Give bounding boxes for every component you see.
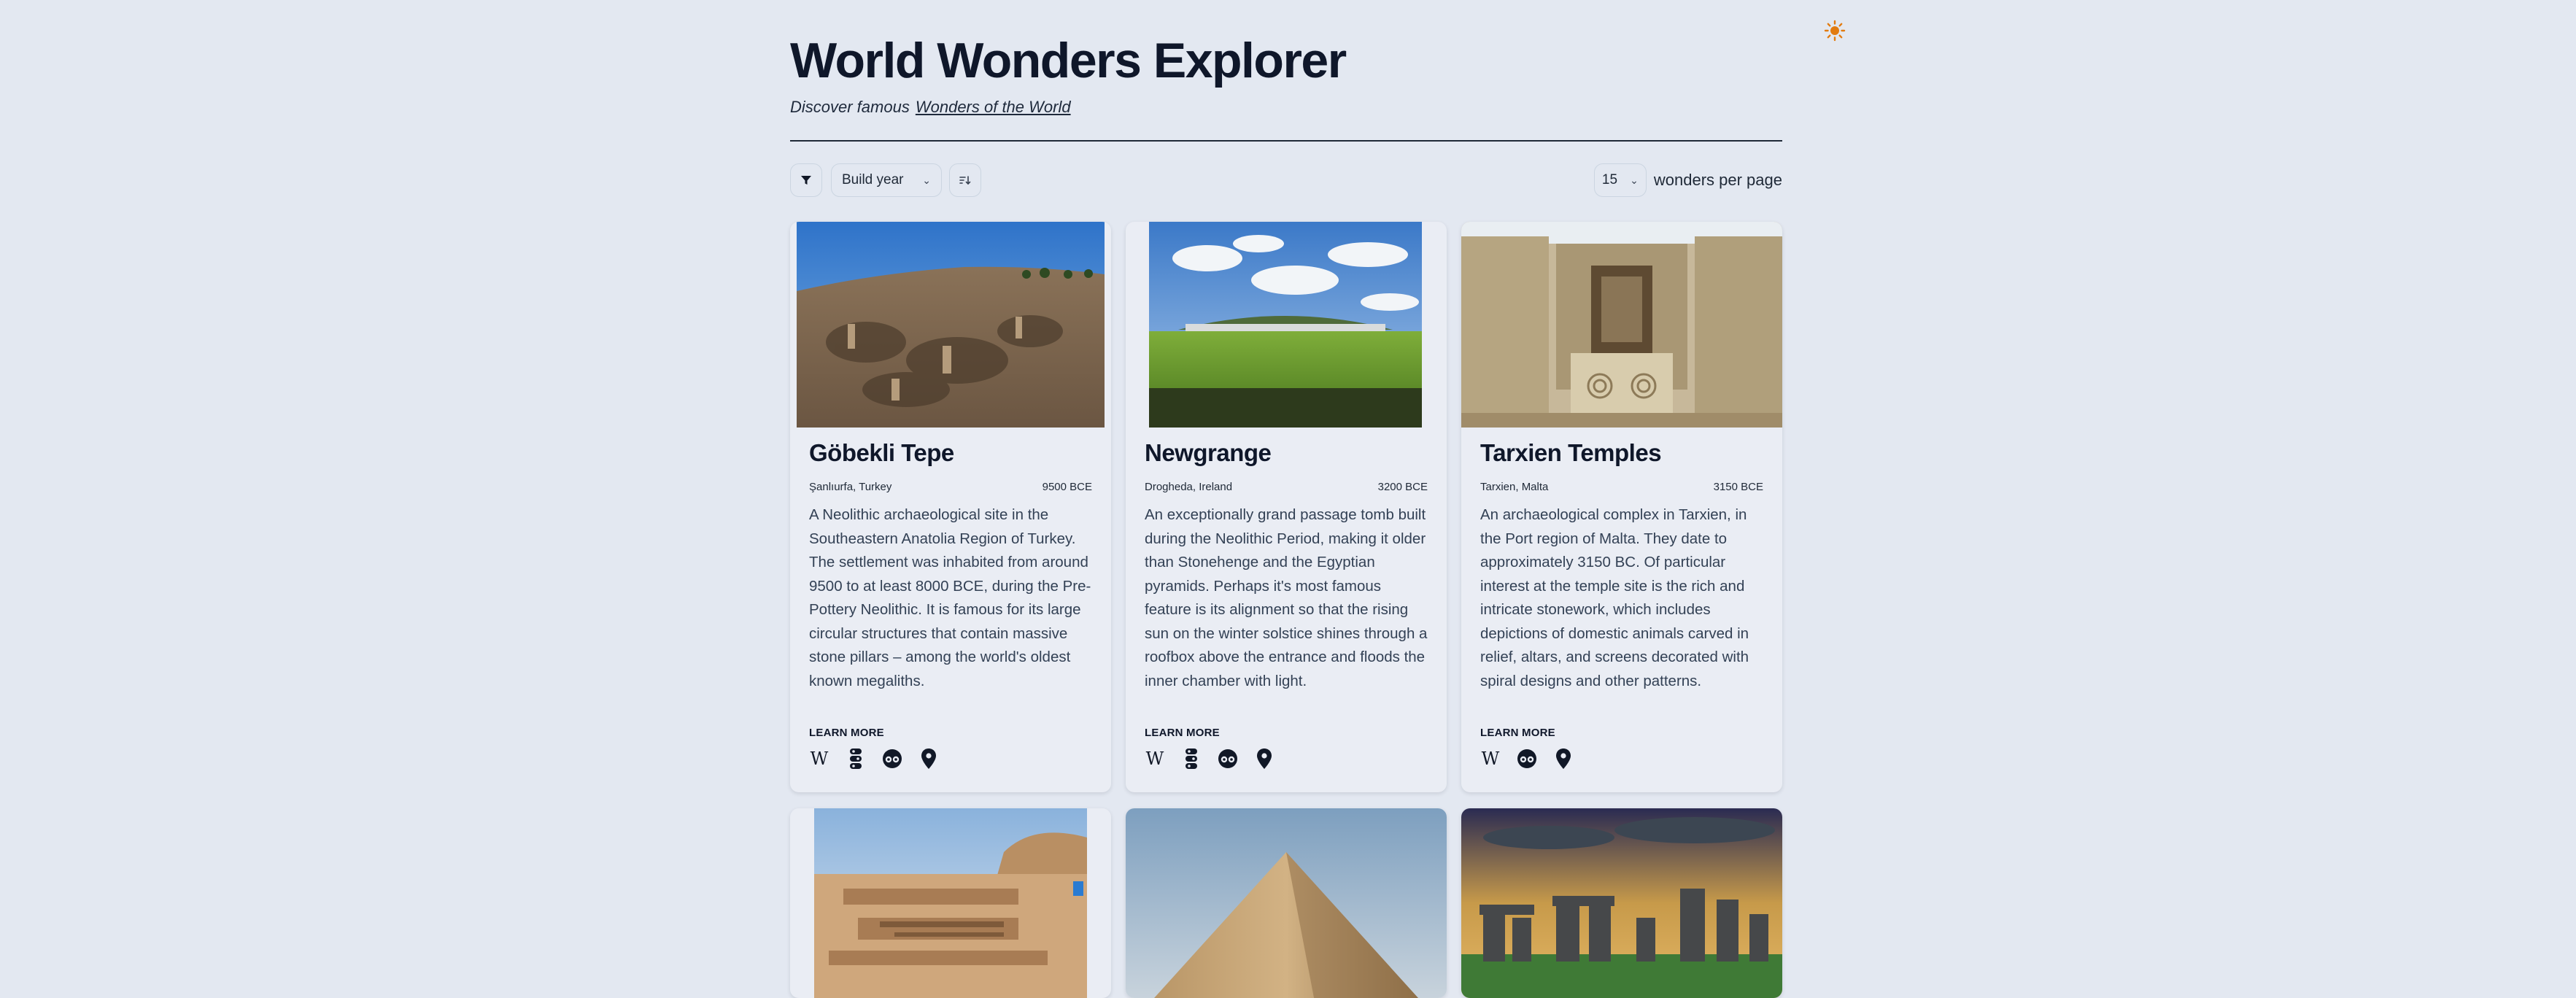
sort-select-value: Build year [842,172,904,187]
wonder-description: An exceptionally grand passage tomb buil… [1145,506,1428,689]
per-page-label: wonders per page [1653,171,1782,189]
wonder-location: Drogheda, Ireland [1145,481,1233,493]
wikipedia-icon[interactable]: W [1479,747,1502,770]
wonder-card [1461,808,1782,998]
toolbar: Build year ⌄ 15 ⌄ wonders per page [790,163,1782,198]
sort-select[interactable]: Build year ⌄ [831,163,942,197]
per-page-select[interactable]: 15 ⌄ [1593,163,1647,197]
wonder-card: Göbekli Tepe Şanlıurfa, Turkey 9500 BCE … [790,222,1111,792]
wonder-year: 3200 BCE [1377,481,1428,493]
chevron-down-icon: ⌄ [1630,174,1639,186]
mohenjo-daro-photo [814,808,1087,998]
wonder-description: A Neolithic archaeological site in the S… [809,506,1091,689]
tarxien-temples-photo [1461,222,1782,428]
tripadvisor-icon[interactable] [881,747,904,770]
theme-toggle-button[interactable] [1822,18,1848,44]
wonder-year: 9500 BCE [1042,481,1092,493]
wonder-name: Göbekli Tepe [809,439,954,466]
wonder-name: Tarxien Temples [1480,439,1662,466]
wonder-card: Newgrange Drogheda, Ireland 3200 BCE An … [1126,222,1447,792]
filter-button[interactable] [790,163,822,197]
google-arts-icon[interactable] [1180,747,1203,770]
wonders-link[interactable]: Wonders of the World [916,98,1071,116]
header-divider [790,140,1782,142]
external-links: W [808,747,940,770]
learn-more-button[interactable]: LEARN MORE [1145,727,1220,739]
google-arts-icon[interactable] [844,747,867,770]
map-pin-icon[interactable] [1552,747,1575,770]
subtitle-text: Discover famous [790,98,910,116]
map-pin-icon[interactable] [1253,747,1276,770]
wikipedia-icon[interactable]: W [808,747,831,770]
wonder-card [790,808,1111,998]
per-page-value: 15 [1601,172,1618,187]
stonehenge-photo [1461,808,1782,998]
page-subtitle: Discover famous Wonders of the World [790,98,1071,117]
gobekli-tepe-photo [797,222,1105,428]
map-pin-icon[interactable] [917,747,940,770]
sun-icon [1824,20,1846,42]
learn-more-button[interactable]: LEARN MORE [809,727,884,739]
tripadvisor-icon[interactable] [1216,747,1239,770]
newgrange-photo [1149,222,1422,428]
sort-order-icon [959,176,971,185]
external-links: W [1479,747,1575,770]
external-links: W [1143,747,1276,770]
learn-more-button[interactable]: LEARN MORE [1480,727,1555,739]
wonder-name: Newgrange [1145,439,1272,466]
wonder-description: An archaeological complex in Tarxien, in… [1480,506,1749,689]
wonder-location: Şanlıurfa, Turkey [809,481,892,493]
wonder-card [1126,808,1447,998]
wonder-year: 3150 BCE [1713,481,1763,493]
tripadvisor-icon[interactable] [1515,747,1539,770]
page-title: World Wonders Explorer [790,33,1347,88]
wikipedia-icon[interactable]: W [1143,747,1167,770]
chevron-down-icon: ⌄ [922,174,931,186]
wonder-location: Tarxien, Malta [1480,481,1549,493]
wonder-card: Tarxien Temples Tarxien, Malta 3150 BCE … [1461,222,1782,792]
great-pyramid-photo [1126,808,1447,998]
per-page-control: 15 ⌄ wonders per page [1593,163,1782,197]
sort-direction-button[interactable] [949,163,981,197]
funnel-icon [801,176,811,185]
